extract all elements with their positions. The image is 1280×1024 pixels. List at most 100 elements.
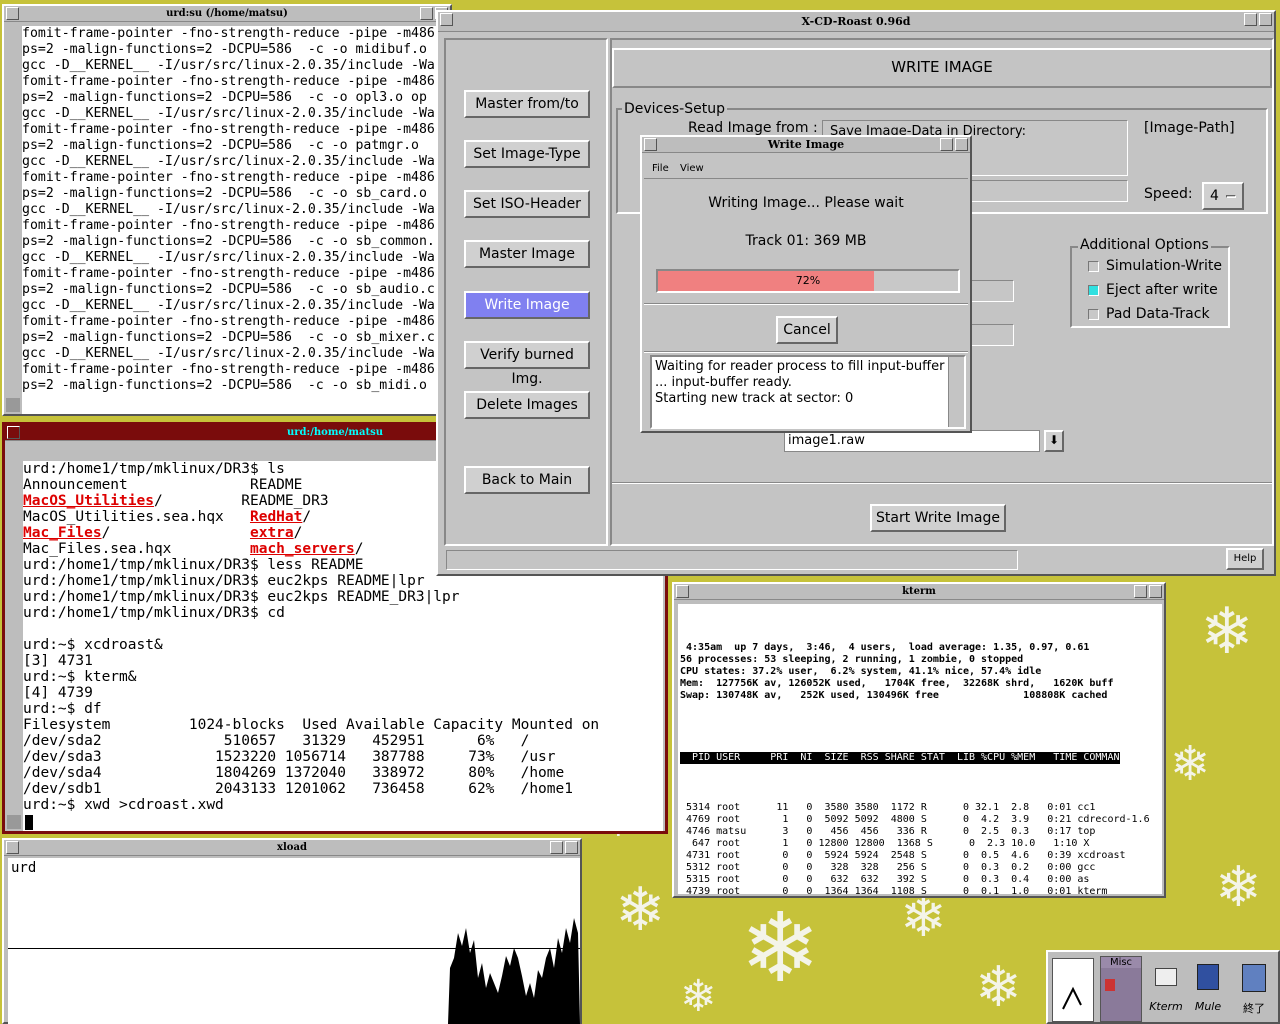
separator [644, 303, 968, 305]
pad-data-track-checkbox[interactable] [1088, 309, 1099, 320]
terminal-text: RedHat [249, 509, 303, 525]
terminal-text: mach_servers [249, 541, 355, 557]
eject-after-write-checkbox[interactable] [1088, 285, 1099, 296]
terminal-line: [3] 4731 [23, 653, 663, 669]
maximize-button[interactable] [955, 138, 968, 151]
terminal-output[interactable]: fomit-frame-pointer -fno-strength-reduce… [22, 26, 450, 414]
image-file-input[interactable]: image1.raw [784, 430, 1040, 452]
window-title: kterm [902, 586, 936, 597]
write-image-button[interactable]: Write Image [464, 291, 590, 319]
page-title: WRITE IMAGE [891, 58, 993, 76]
pad-data-track-label[interactable]: Pad Data-Track [1106, 306, 1210, 322]
pager-window-icon [1105, 979, 1115, 991]
partition-field[interactable] [968, 280, 1014, 302]
log-scrollbar[interactable] [948, 357, 964, 427]
window-titlebar[interactable]: xload [4, 840, 580, 856]
size-field[interactable] [968, 324, 1014, 346]
master-image-button[interactable]: Master Image [464, 240, 590, 268]
terminal-text: urd:/home1/tmp/mklinux/DR3$ cd [23, 605, 285, 621]
terminal-text: /dev/sda4 1804269 1372040 338972 80% /ho… [23, 765, 565, 781]
window-menu-button[interactable] [440, 13, 453, 26]
terminal-line: Filesystem 1024-blocks Used Available Ca… [23, 717, 663, 733]
menu-bar: File View [644, 157, 968, 179]
simulation-write-label[interactable]: Simulation-Write [1106, 258, 1222, 274]
terminal-text: urd:~$ xcdroast& [23, 637, 163, 653]
top-summary: 4:35am up 7 days, 3:46, 4 users, load av… [680, 642, 1162, 702]
image-path-label: [Image-Path] [1144, 120, 1235, 136]
terminal-text: /dev/sdb1 2043133 1201062 736458 62% /ho… [23, 781, 573, 797]
terminal-line: ​ [23, 621, 663, 637]
terminal-line: gcc -D__KERNEL__ -I/usr/src/linux-2.0.35… [22, 154, 435, 169]
maximize-button[interactable] [1149, 585, 1162, 598]
terminal-text: urd:/home1/tmp/mklinux/DR3$ euc2kps READ… [23, 589, 460, 605]
snowflake-decoration: ❄ [900, 885, 947, 950]
exit-launcher[interactable]: 終了 [1232, 958, 1276, 1022]
window-titlebar[interactable]: urd:su (/home/matsu) [4, 6, 450, 22]
top-output[interactable]: 4:35am up 7 days, 3:46, 4 users, load av… [678, 604, 1162, 894]
terminal-text: [3] 4731 [23, 653, 93, 669]
master-from-to-button[interactable]: Master from/to [464, 90, 590, 118]
top-summary-line: Swap: 130748K av, 252K used, 130496K fre… [680, 690, 1108, 701]
exit-launcher-label: 終了 [1243, 1002, 1265, 1015]
terminal-line: ps=2 -malign-functions=2 -DCPU=586 -c -o… [22, 186, 427, 201]
window-titlebar[interactable]: kterm [674, 584, 1164, 600]
window-menu-button[interactable] [644, 138, 657, 151]
cancel-button[interactable]: Cancel [776, 316, 838, 344]
terminal-text: urd:~$ kterm& [23, 669, 137, 685]
window-menu-button[interactable] [676, 585, 689, 598]
file-menu[interactable]: File [652, 163, 669, 174]
terminal-text: urd:/home1/tmp/mklinux/DR3$ less README [23, 557, 364, 573]
resize-grip[interactable] [6, 398, 20, 412]
progress-label: 72% [795, 274, 821, 287]
minimize-button[interactable] [1134, 585, 1147, 598]
file-browse-button[interactable]: ⬇ [1044, 430, 1064, 452]
set-image-type-button[interactable]: Set Image-Type [464, 140, 590, 168]
option-menu-indicator-icon [1226, 195, 1236, 198]
top-summary-line: 56 processes: 53 sleeping, 2 running, 1 … [680, 654, 1024, 665]
set-iso-header-button[interactable]: Set ISO-Header [464, 190, 590, 218]
minimize-button[interactable] [1244, 13, 1257, 26]
terminal-window-su: urd:su (/home/matsu) fomit-frame-pointer… [2, 4, 452, 416]
window-menu-button[interactable] [6, 7, 19, 20]
delete-images-button[interactable]: Delete Images [464, 391, 590, 419]
terminal-text: /dev/sda2 510657 31329 452951 6% / [23, 733, 530, 749]
window-menu-button[interactable] [7, 426, 20, 439]
mule-launcher[interactable]: Mule [1188, 958, 1228, 1022]
window-titlebar[interactable]: X-CD-Roast 0.96d [438, 12, 1274, 32]
minimize-button[interactable] [550, 841, 563, 854]
snowflake-decoration: ❄ [615, 875, 666, 945]
speed-label: Speed: [1144, 186, 1193, 202]
view-menu[interactable]: View [680, 163, 704, 174]
terminal-text: extra [249, 525, 294, 541]
terminal-line: fomit-frame-pointer -fno-strength-reduce… [22, 74, 435, 89]
terminal-line: fomit-frame-pointer -fno-strength-reduce… [22, 122, 435, 137]
mule-launcher-label: Mule [1194, 1000, 1222, 1013]
eject-after-write-label[interactable]: Eject after write [1106, 282, 1218, 298]
minimize-button[interactable] [420, 7, 433, 20]
terminal-line: /dev/sda4 1804269 1372040 338972 80% /ho… [23, 765, 663, 781]
back-to-main-button[interactable]: Back to Main [464, 466, 590, 494]
misc-pager[interactable]: Misc [1100, 956, 1142, 1022]
process-row: 4746 matsu 3 0 456 456 336 R 0 2.5 0.3 0… [680, 826, 1096, 837]
terminal-line: urd:~$ xcdroast& [23, 637, 663, 653]
help-button[interactable]: Help [1226, 548, 1264, 570]
start-write-image-button[interactable]: Start Write Image [870, 504, 1006, 532]
verify-burned-image-button[interactable]: Verify burned Img. [464, 341, 590, 387]
minimize-button[interactable] [940, 138, 953, 151]
process-row: 4739 root 0 0 1364 1364 1108 S 0 0.1 1.0… [680, 886, 1108, 894]
maximize-button[interactable] [565, 841, 578, 854]
log-view[interactable]: Waiting for reader process to fill input… [650, 355, 966, 429]
snowflake-decoration: ❄ [1170, 736, 1211, 792]
terminal-text: [4] 4739 [23, 685, 93, 701]
kterm-launcher[interactable]: Kterm [1146, 958, 1186, 1022]
window-menu-button[interactable] [6, 841, 19, 854]
terminal-text: /dev/sda3 1523220 1056714 387788 73% /us… [23, 749, 556, 765]
maximize-button[interactable] [1259, 13, 1272, 26]
window-titlebar[interactable]: Write Image [642, 137, 970, 153]
xload-window: xload urd [2, 838, 582, 1024]
simulation-write-checkbox[interactable] [1088, 261, 1099, 272]
speed-select[interactable]: 4 [1202, 182, 1244, 210]
snowflake-decoration: ❄ [1200, 595, 1254, 669]
clock-hands-icon [1062, 986, 1082, 1010]
resize-grip[interactable] [7, 815, 21, 829]
